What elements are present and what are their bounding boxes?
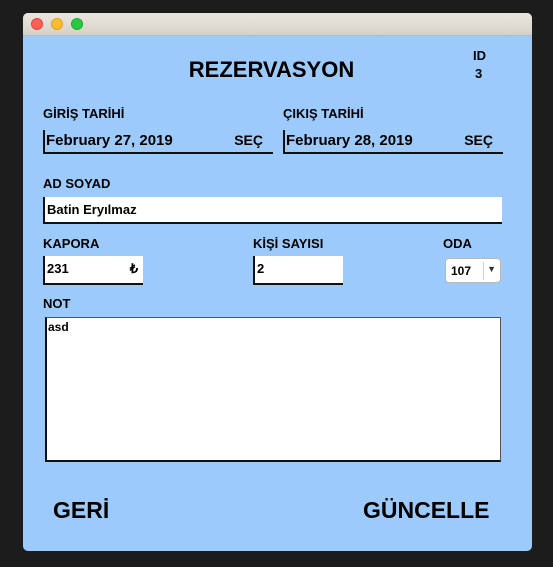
maximize-button[interactable] [71,18,83,30]
room-label: ODA [443,236,472,251]
checkin-date-field[interactable]: February 27, 2019 SEÇ [43,130,273,154]
note-value: asd [48,320,69,334]
deposit-input[interactable]: 231 ₺ [43,256,143,285]
checkin-select-button[interactable]: SEÇ [234,132,263,148]
room-select[interactable]: 107 ▼ [445,258,501,283]
back-button[interactable]: GERİ [53,497,109,524]
page-title: REZERVASYON [188,57,355,82]
chevron-down-icon: ▼ [487,264,496,274]
deposit-label: KAPORA [43,236,100,251]
guests-value: 2 [257,261,265,276]
name-input[interactable]: Batin Eryılmaz [43,197,502,224]
guests-label: KİŞİ SAYISI [253,236,324,251]
reservation-window: REZERVASYON ID 3 GİRİŞ TARİHİ February 2… [23,13,532,551]
guests-input[interactable]: 2 [253,256,343,285]
close-button[interactable] [31,18,43,30]
title-bar[interactable] [23,13,532,36]
lira-currency-icon: ₺ [129,261,138,276]
note-label: NOT [43,296,71,311]
checkout-date-field[interactable]: February 28, 2019 SEÇ [283,130,503,154]
name-label: AD SOYAD [43,176,111,191]
room-value: 107 [451,264,472,278]
note-textarea[interactable]: asd [45,317,501,462]
deposit-value: 231 [47,261,69,276]
update-button[interactable]: GÜNCELLE [363,497,490,524]
checkout-label: ÇIKIŞ TARİHİ [283,106,364,121]
checkout-date-value: February 28, 2019 [286,132,413,149]
id-label: ID [473,48,486,63]
minimize-button[interactable] [51,18,63,30]
id-value: 3 [475,66,483,81]
checkout-select-button[interactable]: SEÇ [464,132,493,148]
select-divider [483,262,484,280]
name-value: Batin Eryılmaz [47,202,137,217]
checkin-date-value: February 27, 2019 [46,132,173,149]
checkin-label: GİRİŞ TARİHİ [43,106,125,121]
